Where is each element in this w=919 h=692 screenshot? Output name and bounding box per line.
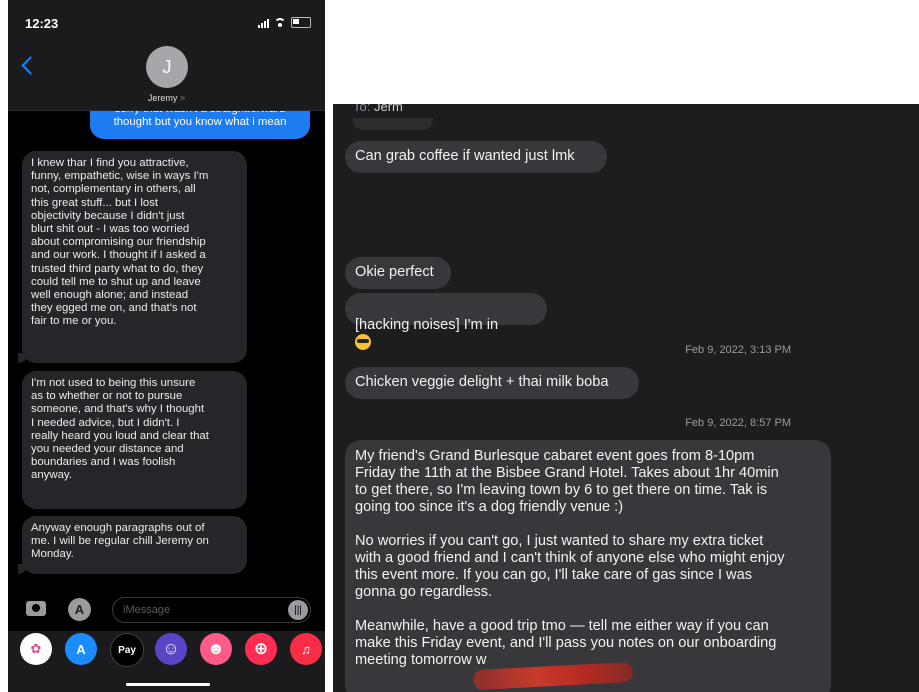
memoji-stickers-icon[interactable]: ☻ <box>200 633 232 665</box>
left-phone-screenshot: 12:23 J Jeremy > sorry that wasn't a str… <box>8 0 325 692</box>
contact-name[interactable]: Jeremy > <box>8 93 325 103</box>
audio-waveform-icon[interactable]: ||| <box>288 600 308 620</box>
message-bubble-incoming: Anyway enough paragraphs out of me. I wi… <box>18 516 247 574</box>
battery-icon <box>291 17 311 28</box>
status-bar: 12:23 <box>8 0 325 40</box>
contact-avatar[interactable]: J <box>146 46 188 88</box>
message-timestamp: Feb 9, 2022, 3:13 PM <box>685 344 791 356</box>
right-message-screenshot: To: Jerm Can grab coffee if wanted just … <box>333 104 919 692</box>
message-bubble-incoming: Can grab coffee if wanted just lmk <box>345 141 607 173</box>
recipient-field: To: Jerm <box>353 104 403 114</box>
home-indicator <box>126 683 210 686</box>
chat-header: J Jeremy > <box>8 40 325 111</box>
message-timestamp: Feb 9, 2022, 8:57 PM <box>685 417 791 429</box>
message-bubble-incoming: My friend's Grand Burlesque cabaret even… <box>345 440 831 692</box>
wifi-icon <box>274 18 286 27</box>
back-chevron-icon[interactable] <box>21 56 40 75</box>
message-bubble-incoming: Okie perfect <box>345 257 451 289</box>
contact-chevron-icon: > <box>179 93 186 103</box>
contact-name-text: Jeremy <box>147 93 178 103</box>
app-store-icon[interactable]: A <box>68 598 91 621</box>
previous-bubble-edge <box>353 118 433 130</box>
imessage-input[interactable] <box>112 597 311 623</box>
compose-bar: A ||| <box>8 589 325 631</box>
music-icon[interactable]: ♫ <box>290 633 322 665</box>
message-bubble-incoming: I'm not used to being this unsure as to … <box>22 371 247 509</box>
message-bubble-outgoing: sorry that wasn't a straightforward thou… <box>90 111 310 139</box>
to-prefix: To: <box>353 104 371 114</box>
message-bubble-incoming: [hacking noises] I'm in <box>345 293 547 350</box>
message-bubble-incoming: Chicken veggie delight + thai milk boba <box>345 367 639 399</box>
app-store-icon[interactable]: A <box>65 633 97 665</box>
memoji-icon[interactable]: ☺ <box>155 633 187 665</box>
photos-icon[interactable]: ✿ <box>20 633 52 665</box>
sunglasses-emoji-icon <box>355 334 371 350</box>
apple-pay-icon[interactable]: Pay <box>110 633 144 667</box>
message-text: [hacking noises] I'm in <box>355 317 499 333</box>
search-images-icon[interactable]: ⊕ <box>245 633 277 665</box>
message-list: sorry that wasn't a straightforward thou… <box>8 111 325 581</box>
signal-icon <box>258 18 269 28</box>
message-bubble-incoming: I knew thar I find you attractive, funny… <box>18 151 247 363</box>
status-icons <box>258 17 311 28</box>
recipient-name: Jerm <box>373 104 403 114</box>
app-drawer: ✿ A Pay ☺ ☻ ⊕ ♫ <box>8 631 325 692</box>
camera-icon[interactable] <box>26 601 46 616</box>
status-time: 12:23 <box>25 16 59 31</box>
